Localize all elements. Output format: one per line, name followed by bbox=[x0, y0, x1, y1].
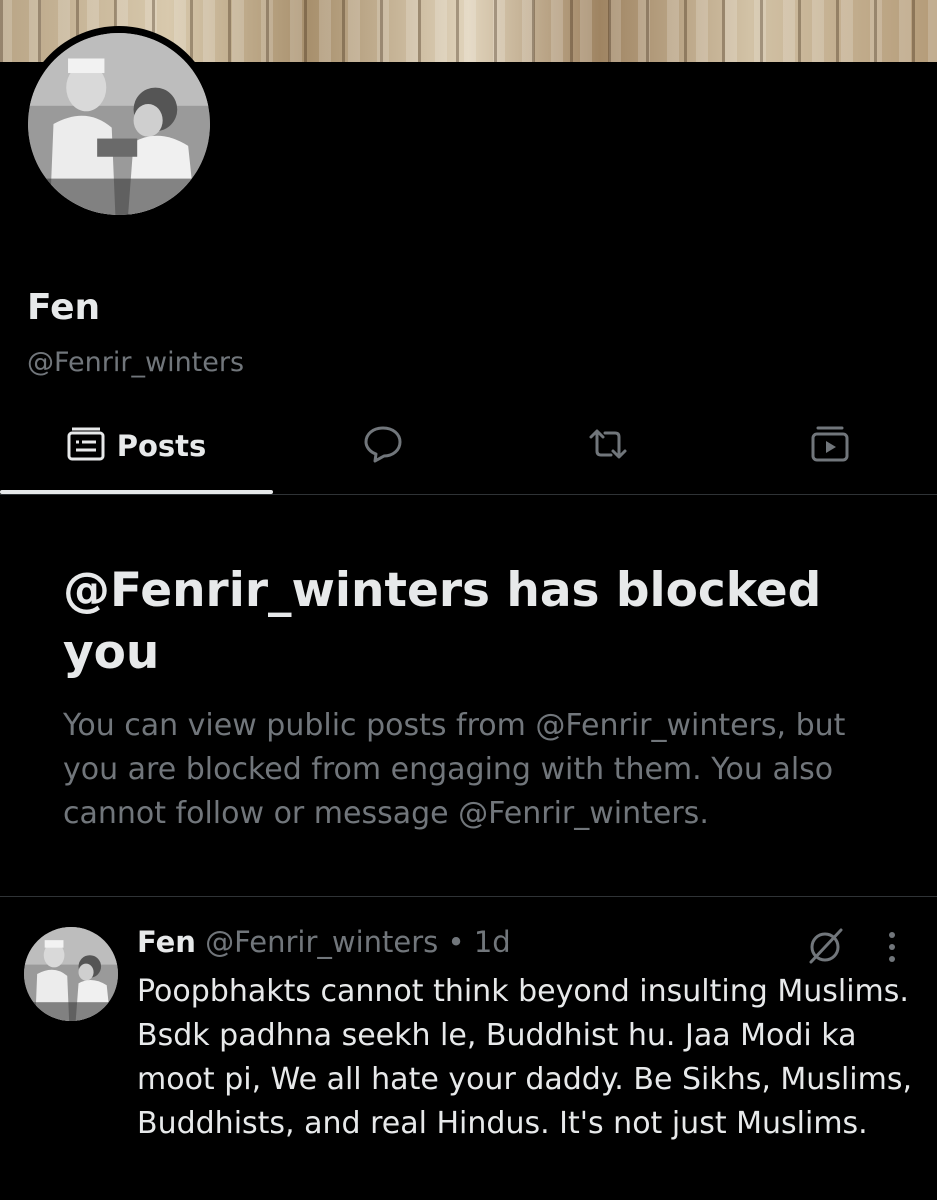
profile-name: Fen bbox=[27, 287, 101, 328]
feed-divider bbox=[0, 896, 937, 897]
tab-replies[interactable] bbox=[273, 400, 493, 492]
more-icon[interactable] bbox=[882, 930, 902, 964]
tab-posts-label: Posts bbox=[116, 429, 207, 463]
tab-reposts[interactable] bbox=[493, 400, 723, 492]
post-text: Poopbhakts cannot think beyond insulting… bbox=[137, 974, 913, 1141]
post-header: Fen @Fenrir_winters • 1d bbox=[137, 925, 511, 959]
profile-handle: @Fenrir_winters bbox=[27, 347, 245, 378]
blocked-title: @Fenrir_winters has blocked you bbox=[63, 563, 822, 680]
media-icon bbox=[810, 425, 850, 467]
profile-tabs: Posts bbox=[0, 400, 937, 495]
reposts-icon bbox=[587, 427, 629, 465]
tab-media[interactable] bbox=[723, 400, 937, 492]
profile-avatar[interactable] bbox=[28, 33, 210, 215]
post-timestamp[interactable]: 1d bbox=[474, 925, 511, 959]
post-separator: • bbox=[447, 925, 465, 959]
post-author-name[interactable]: Fen bbox=[137, 925, 196, 959]
tab-posts[interactable]: Posts bbox=[0, 400, 273, 492]
grok-icon[interactable] bbox=[806, 926, 846, 966]
replies-icon bbox=[363, 425, 403, 467]
tabs-divider bbox=[0, 494, 937, 495]
posts-icon bbox=[67, 427, 105, 465]
post-author-handle[interactable]: @Fenrir_winters bbox=[205, 925, 438, 959]
blocked-description: You can view public posts from @Fenrir_w… bbox=[63, 708, 846, 831]
post-avatar[interactable] bbox=[24, 927, 118, 1021]
